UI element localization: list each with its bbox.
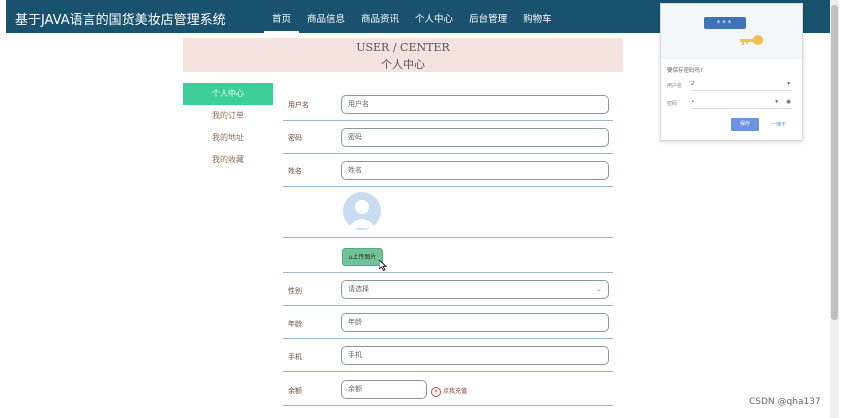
password-label: 密码	[288, 134, 302, 142]
site-title[interactable]: 基于JAVA语言的国货美妆店管理系统	[15, 9, 226, 28]
gender-label: 性别	[288, 287, 302, 295]
password-input[interactable]: 密码	[341, 128, 609, 147]
popup-username-field[interactable]: 2 ▾	[691, 79, 792, 91]
mouse-cursor-icon	[379, 260, 387, 271]
nav-cart[interactable]: 购物车	[515, 0, 560, 33]
gender-select[interactable]: 请选择 ⌄	[341, 280, 609, 299]
popup-password-label: 密码	[667, 101, 678, 107]
form-row-upload: ⌂上传图片	[283, 238, 613, 273]
form-row-password: 密码 密码	[283, 121, 613, 154]
page-title-en: USER / CENTER	[356, 41, 450, 54]
form-row-gender: 性别 请选择 ⌄	[283, 273, 613, 306]
dropdown-icon: ▾	[787, 81, 790, 87]
page-scrollbar[interactable]	[830, 0, 839, 418]
age-label: 年龄	[288, 320, 302, 328]
popup-username-label: 用户名	[667, 83, 683, 89]
age-input[interactable]: 年龄	[341, 313, 609, 332]
recharge-icon: ¥	[431, 386, 441, 397]
gender-select-value: 请选择	[348, 285, 369, 293]
balance-input[interactable]: 余额	[341, 380, 427, 399]
scrollbar-thumb[interactable]	[831, 5, 838, 320]
popup-title: 要保存密码吗?	[667, 68, 703, 74]
avatar-placeholder-icon	[348, 200, 376, 228]
chevron-down-icon: ⌄	[596, 285, 602, 293]
page-title-cn: 个人中心	[381, 58, 425, 71]
form-row-age: 年龄 年龄	[283, 306, 613, 339]
sidebar: 个人中心 我的订单 我的地址 我的收藏	[183, 83, 273, 171]
recharge-link[interactable]: ¥ 点我充值	[431, 386, 467, 397]
popup-never-button[interactable]: 一律不	[771, 121, 786, 128]
dropdown-icon: ▾	[775, 99, 778, 105]
popup-masked-password: ***	[704, 17, 746, 29]
upload-label: 上传图片	[352, 254, 377, 261]
popup-illustration: ***	[661, 4, 802, 59]
popup-username-value: 2	[691, 81, 695, 87]
page-header: USER / CENTER 个人中心	[183, 38, 623, 72]
avatar	[343, 192, 381, 230]
nav-admin[interactable]: 后台管理	[461, 0, 515, 33]
sidebar-item-address[interactable]: 我的地址	[183, 127, 273, 149]
popup-password-field[interactable]: • ▾ ◉	[691, 97, 792, 109]
name-input[interactable]: 姓名	[341, 161, 609, 180]
balance-label: 余额	[288, 387, 302, 395]
phone-input[interactable]: 手机	[341, 346, 609, 365]
username-input[interactable]: 用户名	[341, 95, 609, 114]
form-row-phone: 手机 手机	[283, 339, 613, 372]
name-label: 姓名	[288, 167, 302, 175]
popup-save-button[interactable]: 保存	[731, 118, 759, 131]
recharge-label: 点我充值	[443, 388, 468, 395]
nav-home[interactable]: 首页	[264, 0, 300, 33]
phone-label: 手机	[288, 353, 302, 361]
form-row-username: 用户名 用户名	[283, 88, 613, 121]
sidebar-item-orders[interactable]: 我的订单	[183, 105, 273, 127]
watermark: CSDN @qha137	[749, 397, 821, 407]
key-icon	[740, 35, 763, 45]
sidebar-item-favorites[interactable]: 我的收藏	[183, 149, 273, 171]
form-row-balance: 余额 余额 ¥ 点我充值	[283, 372, 613, 406]
eye-icon[interactable]: ◉	[786, 97, 791, 108]
sidebar-item-user-center[interactable]: 个人中心	[183, 83, 273, 105]
save-password-popup: *** 要保存密码吗? 用户名 2 ▾ 密码 • ▾ ◉ 保存 一律不	[660, 3, 803, 141]
main-nav: 首页 商品信息 商品资讯 个人中心 后台管理 购物车	[264, 0, 560, 33]
form-row-name: 姓名 姓名	[283, 154, 613, 187]
popup-password-value: •	[691, 99, 695, 105]
nav-news[interactable]: 商品资讯	[353, 0, 407, 33]
nav-user-center[interactable]: 个人中心	[407, 0, 461, 33]
form-row-avatar	[283, 187, 613, 238]
nav-products[interactable]: 商品信息	[299, 0, 353, 33]
upload-image-button[interactable]: ⌂上传图片	[342, 248, 383, 266]
username-label: 用户名	[288, 101, 309, 109]
